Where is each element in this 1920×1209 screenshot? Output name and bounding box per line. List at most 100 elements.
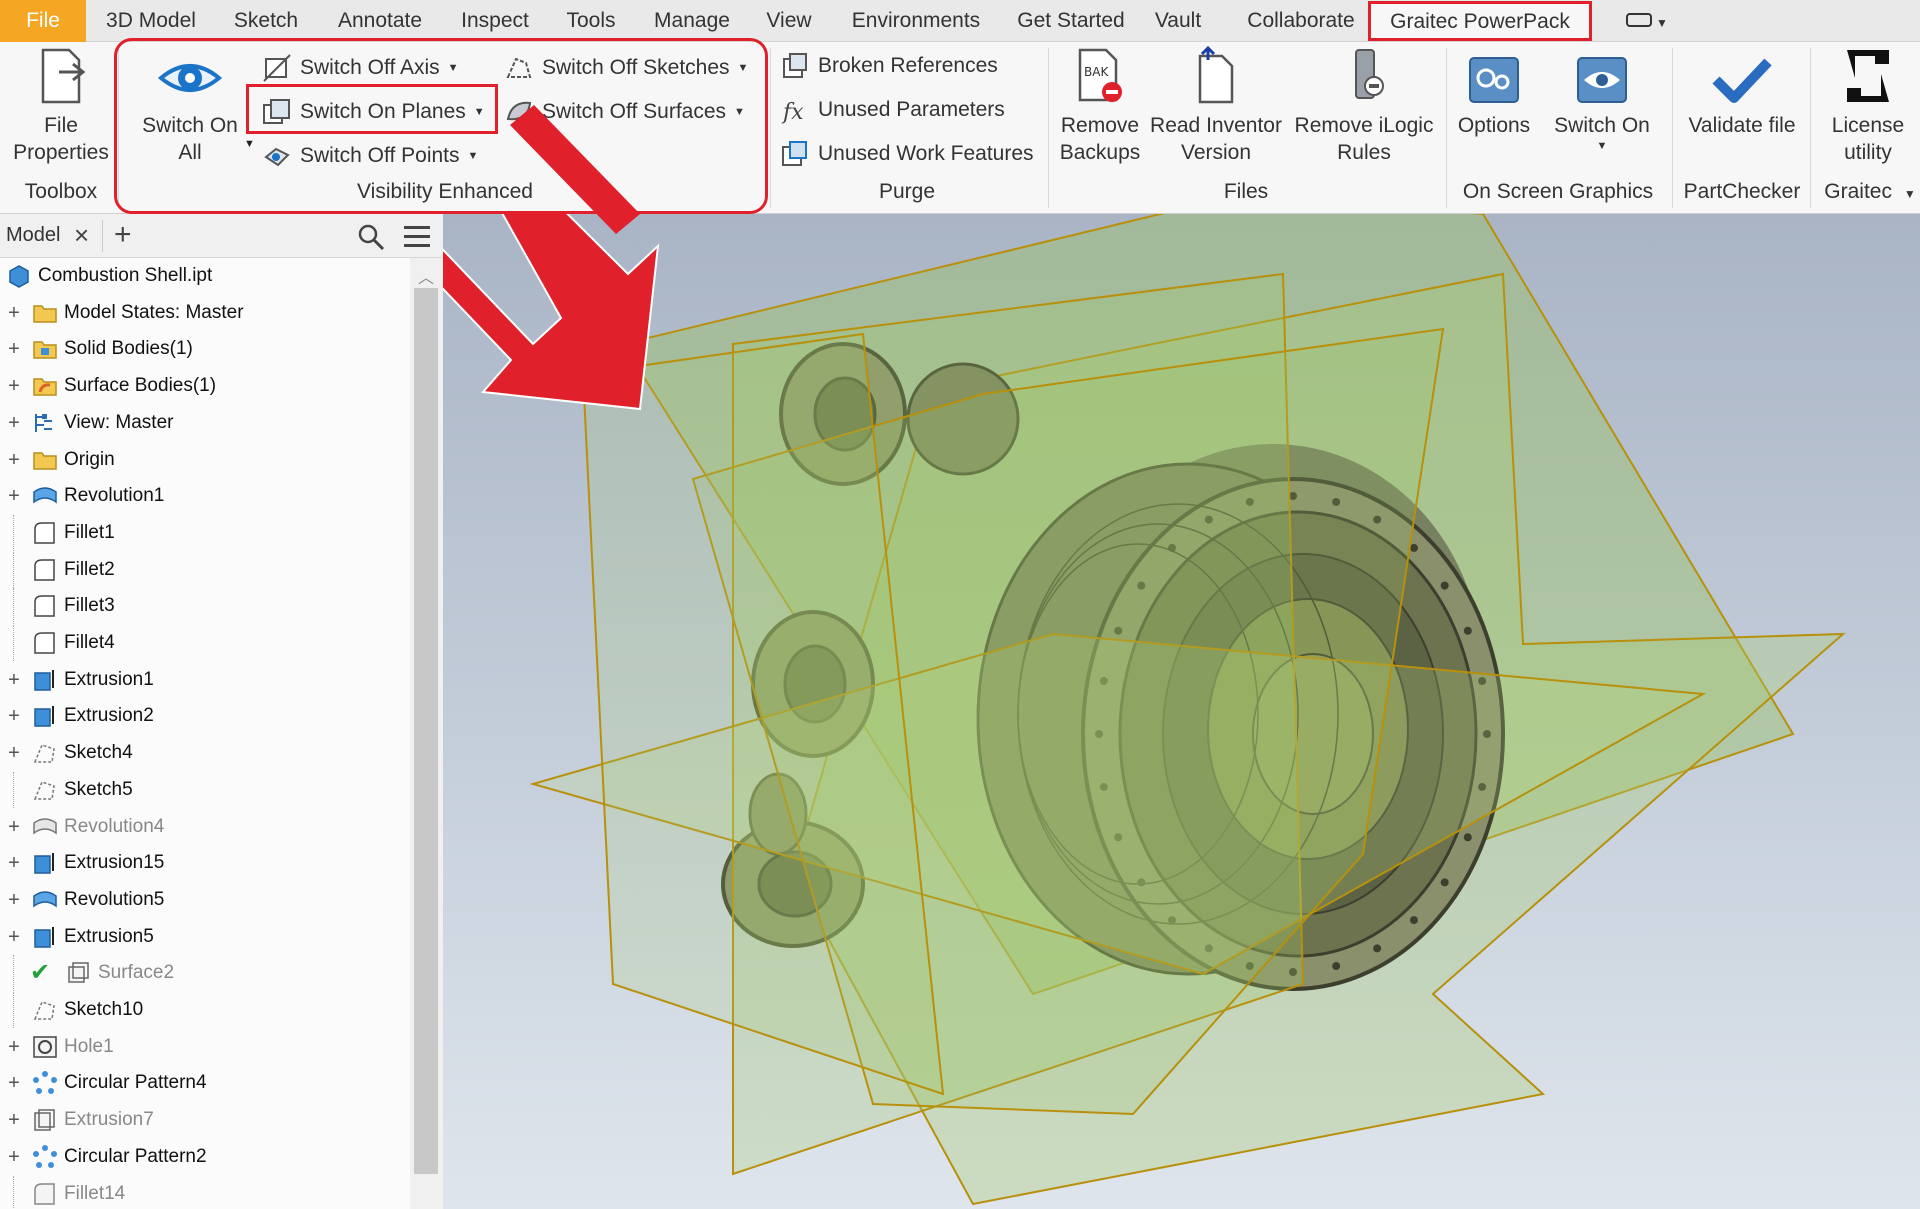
tree-item[interactable]: Fillet2 [0, 551, 410, 588]
tree-item[interactable]: + Revolution5 [0, 881, 410, 918]
tree-item[interactable]: + Revolution1 [0, 478, 410, 515]
expand-icon[interactable]: + [6, 808, 22, 845]
tab-vault[interactable]: Vault [1146, 0, 1210, 42]
tree-item[interactable]: + Extrusion5 [0, 918, 410, 955]
file-properties-label: File Properties [13, 114, 109, 164]
tree-item[interactable]: + Extrusion1 [0, 661, 410, 698]
tree-item[interactable]: Sketch10 [0, 992, 410, 1028]
unused-parameters-button[interactable]: fx Unused Parameters [780, 92, 1005, 128]
remove-ilogic-rules-button[interactable]: Remove iLogic Rules [1290, 46, 1438, 166]
tree-item[interactable]: + Extrusion15 [0, 845, 410, 882]
tab-graitec-powerpack[interactable]: Graitec PowerPack [1368, 1, 1592, 41]
tab-environments[interactable]: Environments [836, 0, 996, 42]
tab-view[interactable]: View [758, 0, 820, 42]
add-tab-icon[interactable]: + [114, 218, 132, 252]
switch-off-points-button[interactable]: Switch Off Points ▼ [262, 138, 478, 174]
switch-off-sketches-button[interactable]: Switch Off Sketches ▼ [504, 50, 748, 86]
menu-icon[interactable] [404, 226, 430, 247]
tab-3d-model[interactable]: 3D Model [96, 0, 206, 42]
tree-item-label: Revolution5 [64, 888, 165, 910]
expand-icon[interactable]: + [6, 845, 22, 882]
tab-sketch[interactable]: Sketch [222, 0, 310, 42]
expand-icon[interactable]: + [6, 881, 22, 918]
tab-collaborate[interactable]: Collaborate [1236, 0, 1366, 42]
switch-on-button[interactable]: Switch On ▼ [1546, 46, 1658, 153]
fillet-icon [32, 631, 58, 655]
remove-backups-button[interactable]: BAK Remove Backups [1054, 46, 1146, 166]
search-icon[interactable] [357, 223, 385, 251]
fillet-icon [32, 594, 58, 618]
tree-item[interactable]: Fillet3 [0, 588, 410, 625]
switch-on-all-button[interactable]: Switch On All [130, 46, 250, 166]
tree-item[interactable]: Combustion Shell.ipt [0, 258, 410, 294]
expand-icon[interactable]: + [6, 331, 22, 368]
tree-item[interactable]: Fillet14 [0, 1175, 410, 1209]
tree-item[interactable]: Sketch5 [0, 771, 410, 808]
switch-off-surfaces-button[interactable]: Switch Off Surfaces ▼ [504, 94, 745, 130]
options-button[interactable]: Options [1450, 46, 1538, 139]
tab-manage[interactable]: Manage [642, 0, 742, 42]
tree-item[interactable]: ✔ Surface2 [0, 955, 410, 992]
expand-icon[interactable]: + [6, 735, 22, 772]
expand-icon[interactable]: + [6, 1028, 22, 1065]
broken-references-button[interactable]: Broken References [780, 48, 998, 84]
extrusion-icon [32, 704, 58, 728]
unused-work-features-button[interactable]: Unused Work Features [780, 136, 1034, 172]
validate-file-button[interactable]: Validate file [1678, 46, 1806, 139]
expand-icon[interactable]: + [6, 1102, 22, 1139]
tab-file[interactable]: File [0, 0, 86, 42]
tree-item[interactable]: + Revolution4 [0, 808, 410, 845]
expand-icon[interactable]: + [6, 661, 22, 698]
scroll-up-icon[interactable]: ︿ [418, 264, 434, 288]
tree-item[interactable]: + Surface Bodies(1) [0, 368, 410, 405]
tree-item-label: Extrusion2 [64, 705, 154, 727]
tree-item[interactable]: Fillet4 [0, 625, 410, 661]
chevron-down-icon: ▼ [1596, 140, 1608, 152]
tree-item[interactable]: + Solid Bodies(1) [0, 331, 410, 368]
circular-pattern-icon [32, 1144, 58, 1169]
model-tab[interactable]: Model [6, 224, 60, 247]
checkmark-icon: ✔ [30, 959, 51, 987]
tab-get-started[interactable]: Get Started [1012, 0, 1130, 42]
expand-icon[interactable]: + [6, 698, 22, 735]
expand-icon[interactable]: + [6, 1138, 22, 1175]
scroll-thumb[interactable] [414, 288, 438, 1174]
graitec-panel-label[interactable]: Graitec ▼ [1820, 180, 1920, 204]
tree-connector [13, 551, 14, 588]
file-properties-button[interactable]: File Properties [4, 46, 118, 166]
tree-item[interactable]: + Model States: Master [0, 294, 410, 331]
tree-item[interactable]: + Extrusion2 [0, 698, 410, 735]
expand-icon[interactable]: + [6, 294, 22, 331]
switch-on-planes-button[interactable]: Switch On Planes ▼ [262, 94, 485, 130]
expand-icon[interactable]: + [6, 918, 22, 955]
tree-connector [13, 771, 14, 808]
circular-pattern-icon [32, 1071, 58, 1095]
expand-icon[interactable]: + [6, 1065, 22, 1102]
switch-off-axis-button[interactable]: Switch Off Axis ▼ [262, 50, 459, 86]
expand-icon[interactable]: + [6, 368, 22, 405]
bolt-hole [1440, 878, 1449, 887]
tree-item[interactable]: + Origin [0, 441, 410, 478]
tree-item[interactable]: + Sketch4 [0, 735, 410, 772]
graphics-viewport[interactable] [443, 214, 1920, 1209]
tab-annotate[interactable]: Annotate [326, 0, 434, 42]
close-icon[interactable]: × [74, 220, 89, 251]
tab-inspect[interactable]: Inspect [450, 0, 540, 42]
tree-item[interactable]: + Hole1 [0, 1028, 410, 1065]
tree-item-label: Sketch10 [64, 999, 144, 1020]
browser-scrollbar[interactable]: ︿ [410, 258, 442, 1209]
quick-access-dropdown[interactable]: ▼ [1622, 8, 1668, 34]
expand-icon[interactable]: + [6, 441, 22, 478]
tree-item-label: Extrusion7 [64, 1109, 154, 1131]
tree-item[interactable]: + Extrusion7 [0, 1102, 410, 1139]
chevron-down-icon[interactable]: ▼ [244, 138, 255, 150]
tree-item[interactable]: Fillet1 [0, 514, 410, 551]
expand-icon[interactable]: + [6, 404, 22, 441]
tree-item[interactable]: + Circular Pattern2 [0, 1138, 410, 1175]
license-utility-button[interactable]: License utility [1816, 46, 1920, 166]
expand-icon[interactable]: + [6, 478, 22, 515]
tree-item[interactable]: + Circular Pattern4 [0, 1065, 410, 1102]
tab-tools[interactable]: Tools [556, 0, 626, 42]
tree-item[interactable]: + View: Master [0, 404, 410, 441]
read-inventor-version-button[interactable]: Read Inventor Version [1146, 46, 1286, 166]
